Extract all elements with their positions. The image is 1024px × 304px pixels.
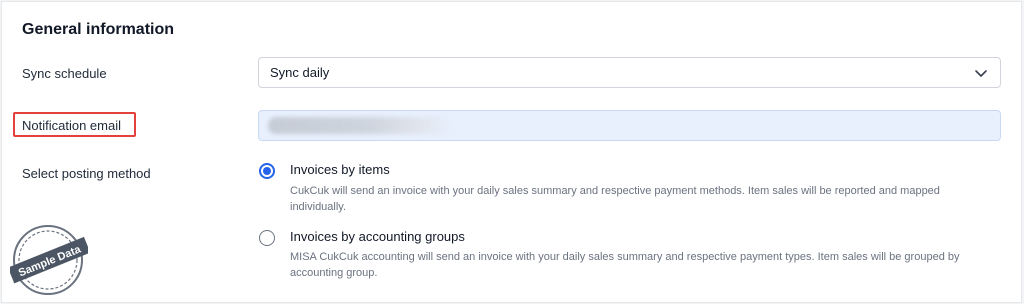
sync-schedule-value: Sync daily xyxy=(270,65,330,80)
sample-data-stamp: Sample Data xyxy=(10,225,88,295)
blurred-email-value xyxy=(268,117,453,134)
radio-invoices-by-items[interactable] xyxy=(259,163,275,179)
option-title-invoices-by-items[interactable]: Invoices by items xyxy=(290,162,390,177)
notification-email-label: Notification email xyxy=(22,118,121,133)
option-description-invoices-by-items: CukCuk will send an invoice with your da… xyxy=(290,185,940,213)
posting-method-label: Select posting method xyxy=(22,166,151,181)
sync-schedule-label: Sync schedule xyxy=(22,66,107,81)
section-title: General information xyxy=(22,21,175,38)
chevron-down-icon xyxy=(975,70,987,77)
option-title-invoices-by-accounting-groups[interactable]: Invoices by accounting groups xyxy=(290,229,465,244)
option-description-invoices-by-accounting-groups: MISA CukCuk accounting will send an invo… xyxy=(290,251,960,279)
sync-schedule-select[interactable]: Sync daily xyxy=(258,57,1001,88)
radio-invoices-by-accounting-groups[interactable] xyxy=(259,230,275,246)
